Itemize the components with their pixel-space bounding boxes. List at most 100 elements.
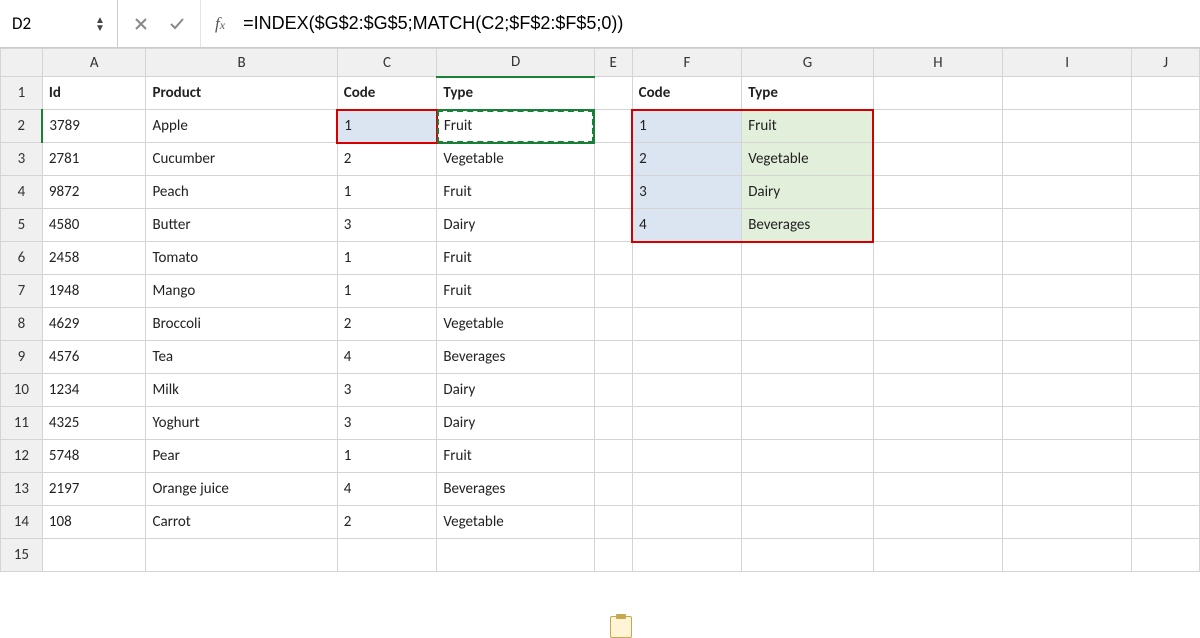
cell-J14[interactable] (1132, 506, 1200, 539)
cell-I5[interactable] (1003, 209, 1132, 242)
cell-F6[interactable] (632, 242, 742, 275)
cell-F1[interactable]: Code (632, 77, 742, 110)
row-header-3[interactable]: 3 (1, 143, 43, 176)
cell-F3[interactable]: 2 (632, 143, 742, 176)
cell-I9[interactable] (1003, 341, 1132, 374)
cell-A4[interactable]: 9872 (42, 176, 146, 209)
cell-D8[interactable]: Vegetable (437, 308, 594, 341)
cell-A9[interactable]: 4576 (42, 341, 146, 374)
row-header-9[interactable]: 9 (1, 341, 43, 374)
cell-C6[interactable]: 1 (337, 242, 437, 275)
cell-A1[interactable]: Id (42, 77, 146, 110)
cell-I14[interactable] (1003, 506, 1132, 539)
cell-D7[interactable]: Fruit (437, 275, 594, 308)
cell-G7[interactable] (742, 275, 874, 308)
cell-B12[interactable]: Pear (146, 440, 337, 473)
cell-I8[interactable] (1003, 308, 1132, 341)
col-header-I[interactable]: I (1003, 49, 1132, 77)
formula-input[interactable] (239, 0, 1200, 47)
cell-J3[interactable] (1132, 143, 1200, 176)
cell-J7[interactable] (1132, 275, 1200, 308)
cell-F9[interactable] (632, 341, 742, 374)
cell-J4[interactable] (1132, 176, 1200, 209)
cell-F15[interactable] (632, 539, 742, 572)
name-box-spinner[interactable]: ▲ ▼ (93, 16, 107, 32)
cell-J9[interactable] (1132, 341, 1200, 374)
cell-F10[interactable] (632, 374, 742, 407)
cell-B10[interactable]: Milk (146, 374, 337, 407)
cell-F12[interactable] (632, 440, 742, 473)
cell-J5[interactable] (1132, 209, 1200, 242)
cell-G2[interactable]: Fruit (742, 110, 874, 143)
cell-J11[interactable] (1132, 407, 1200, 440)
cell-D11[interactable]: Dairy (437, 407, 594, 440)
cell-F7[interactable] (632, 275, 742, 308)
cell-D1[interactable]: Type (437, 77, 594, 110)
cell-H8[interactable] (873, 308, 1002, 341)
cell-D10[interactable]: Dairy (437, 374, 594, 407)
cell-B1[interactable]: Product (146, 77, 337, 110)
cell-G10[interactable] (742, 374, 874, 407)
col-header-E[interactable]: E (594, 49, 632, 77)
col-header-G[interactable]: G (742, 49, 874, 77)
cell-C2[interactable]: 1 (337, 110, 437, 143)
cell-I13[interactable] (1003, 473, 1132, 506)
cell-E6[interactable] (594, 242, 632, 275)
cell-I1[interactable] (1003, 77, 1132, 110)
cell-B5[interactable]: Butter (146, 209, 337, 242)
cell-G15[interactable] (742, 539, 874, 572)
cell-C15[interactable] (337, 539, 437, 572)
cell-C11[interactable]: 3 (337, 407, 437, 440)
cell-A13[interactable]: 2197 (42, 473, 146, 506)
cell-G13[interactable] (742, 473, 874, 506)
cell-G12[interactable] (742, 440, 874, 473)
cell-A7[interactable]: 1948 (42, 275, 146, 308)
cell-B14[interactable]: Carrot (146, 506, 337, 539)
cell-B6[interactable]: Tomato (146, 242, 337, 275)
cell-H12[interactable] (873, 440, 1002, 473)
row-header-8[interactable]: 8 (1, 308, 43, 341)
cell-J15[interactable] (1132, 539, 1200, 572)
select-all-corner[interactable] (1, 49, 43, 77)
cell-I4[interactable] (1003, 176, 1132, 209)
cell-D13[interactable]: Beverages (437, 473, 594, 506)
cell-D15[interactable] (437, 539, 594, 572)
cell-E5[interactable] (594, 209, 632, 242)
cell-C13[interactable]: 4 (337, 473, 437, 506)
paste-options-icon[interactable] (610, 616, 632, 638)
row-header-13[interactable]: 13 (1, 473, 43, 506)
fx-icon[interactable]: fx (201, 14, 239, 34)
spinner-down-icon[interactable]: ▼ (93, 24, 107, 32)
cell-F5[interactable]: 4 (632, 209, 742, 242)
cell-J2[interactable] (1132, 110, 1200, 143)
cell-C12[interactable]: 1 (337, 440, 437, 473)
cell-E7[interactable] (594, 275, 632, 308)
cell-B11[interactable]: Yoghurt (146, 407, 337, 440)
cell-D12[interactable]: Fruit (437, 440, 594, 473)
cell-E3[interactable] (594, 143, 632, 176)
cell-H3[interactable] (873, 143, 1002, 176)
cell-E8[interactable] (594, 308, 632, 341)
cell-A10[interactable]: 1234 (42, 374, 146, 407)
cell-C1[interactable]: Code (337, 77, 437, 110)
cell-D6[interactable]: Fruit (437, 242, 594, 275)
row-header-5[interactable]: 5 (1, 209, 43, 242)
cell-J13[interactable] (1132, 473, 1200, 506)
row-header-11[interactable]: 11 (1, 407, 43, 440)
cell-C7[interactable]: 1 (337, 275, 437, 308)
col-header-C[interactable]: C (337, 49, 437, 77)
cell-H2[interactable] (873, 110, 1002, 143)
cell-B7[interactable]: Mango (146, 275, 337, 308)
cell-B4[interactable]: Peach (146, 176, 337, 209)
col-header-J[interactable]: J (1132, 49, 1200, 77)
cell-E14[interactable] (594, 506, 632, 539)
cell-E9[interactable] (594, 341, 632, 374)
cell-H6[interactable] (873, 242, 1002, 275)
cell-E12[interactable] (594, 440, 632, 473)
cell-A11[interactable]: 4325 (42, 407, 146, 440)
cell-I2[interactable] (1003, 110, 1132, 143)
row-header-2[interactable]: 2 (1, 110, 43, 143)
cell-A5[interactable]: 4580 (42, 209, 146, 242)
cell-C3[interactable]: 2 (337, 143, 437, 176)
cell-E10[interactable] (594, 374, 632, 407)
